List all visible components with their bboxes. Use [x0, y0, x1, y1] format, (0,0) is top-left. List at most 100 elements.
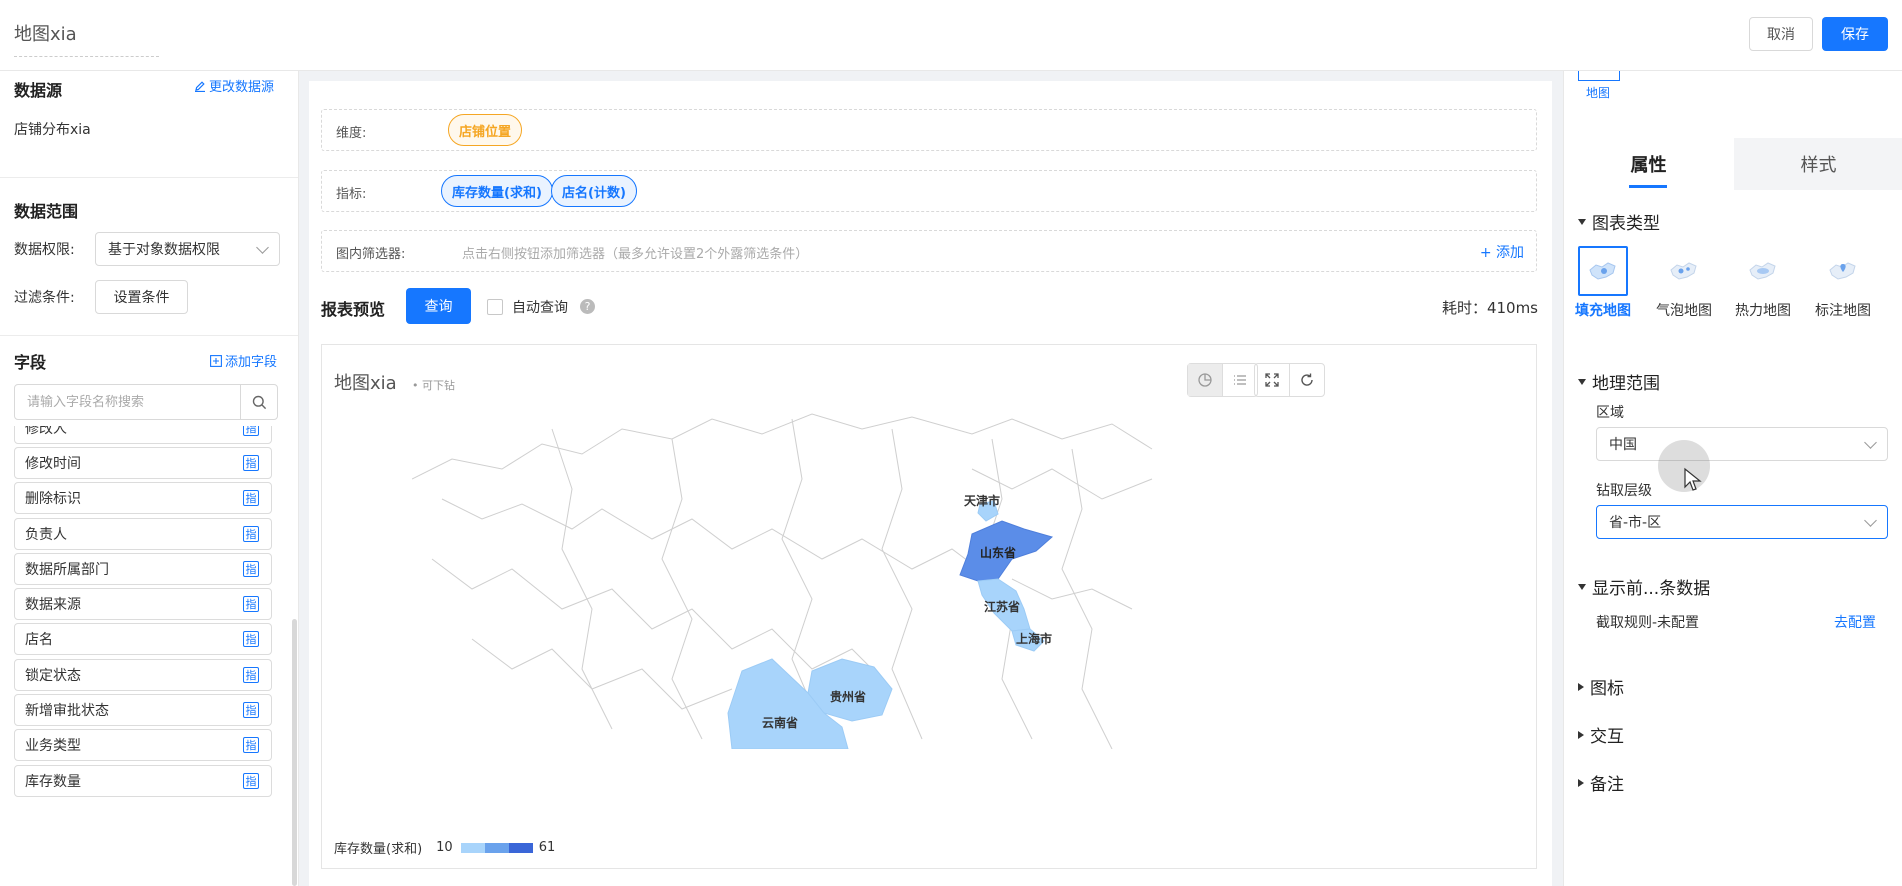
interaction-section[interactable]: 交互	[1578, 722, 1624, 747]
field-item[interactable]: 数据所属部门指	[14, 553, 272, 585]
field-search	[14, 384, 278, 420]
metric-pill[interactable]: 店名(计数)	[551, 175, 637, 207]
permission-select[interactable]: 基于对象数据权限	[95, 232, 280, 266]
legend-label: 库存数量(求和)	[334, 842, 423, 857]
dimension-drop-zone[interactable]: 维度: 店铺位置	[321, 109, 1537, 151]
region-label: 贵州省	[830, 689, 866, 704]
chart-type-section[interactable]: 图表类型	[1578, 209, 1660, 234]
field-list-scrollbar[interactable]	[292, 619, 297, 886]
field-type-badge: 指	[243, 561, 259, 577]
chart-type-bubble-map[interactable]: 气泡地图	[1648, 246, 1720, 320]
legend-swatch	[460, 842, 485, 853]
search-button[interactable]	[240, 385, 277, 419]
metric-pill[interactable]: 库存数量(求和)	[441, 175, 553, 207]
property-panel: 地图 属性 样式 图表类型 填充地图 气泡地图 热力地图 标注地图 地理范围 区…	[1563, 71, 1902, 886]
cancel-button[interactable]: 取消	[1749, 17, 1813, 51]
heat-map-icon	[1738, 246, 1788, 296]
field-item[interactable]: 修改人指	[14, 426, 272, 444]
refresh-icon	[1301, 373, 1313, 386]
fullscreen-icon	[1265, 373, 1279, 387]
field-list: 修改人指 修改时间指 删除标识指 负责人指 数据所属部门指 数据来源指 店名指 …	[14, 426, 276, 886]
field-item[interactable]: 店名指	[14, 623, 272, 655]
metric-drop-zone[interactable]: 指标: 库存数量(求和) 店名(计数)	[321, 170, 1537, 212]
bubble-map-icon	[1659, 246, 1709, 296]
datasource-name: 店铺分布xia	[14, 122, 91, 138]
map-thumbnail[interactable]	[1578, 71, 1620, 81]
geo-range-section[interactable]: 地理范围	[1578, 369, 1660, 394]
chevron-down-icon	[1864, 436, 1877, 449]
region-label: 上海市	[1016, 631, 1052, 646]
icon-section[interactable]: 图标	[1578, 674, 1624, 699]
caret-right-icon	[1578, 682, 1584, 691]
editor-main: 维度: 店铺位置 指标: 库存数量(求和) 店名(计数) 图内筛选器: 点击右侧…	[309, 81, 1552, 886]
region-select[interactable]: 中国	[1596, 427, 1888, 461]
field-item[interactable]: 负责人指	[14, 518, 272, 550]
field-item[interactable]: 业务类型指	[14, 729, 272, 761]
set-condition-button[interactable]: 设置条件	[95, 280, 188, 314]
chart-type-fill-map[interactable]: 填充地图	[1567, 246, 1639, 320]
truncate-rule-text: 截取规则-未配置	[1596, 615, 1700, 631]
field-item[interactable]: 修改时间指	[14, 447, 272, 479]
permission-label: 数据权限:	[14, 242, 75, 258]
filter-drop-zone[interactable]: 图内筛选器: 点击右侧按钮添加筛选器（最多允许设置2个外露筛选条件） + 添加	[321, 230, 1537, 272]
tab-properties[interactable]: 属性	[1564, 138, 1733, 190]
map-border	[471, 638, 733, 710]
range-title: 数据范围	[14, 202, 79, 221]
chart-view-button[interactable]	[1188, 364, 1222, 396]
metric-label: 指标:	[336, 187, 367, 202]
map-border	[441, 498, 993, 580]
field-item[interactable]: 锁定状态指	[14, 659, 272, 691]
field-item[interactable]: 数据来源指	[14, 588, 272, 620]
map-border	[412, 413, 1153, 480]
field-item[interactable]: 库存数量指	[14, 765, 272, 797]
active-tab-indicator	[1629, 185, 1667, 188]
refresh-button[interactable]	[1289, 364, 1324, 396]
add-filter-link[interactable]: + 添加	[1480, 242, 1524, 262]
map-border	[661, 438, 703, 740]
preview-title: 报表预览	[321, 300, 386, 319]
caret-down-icon	[1578, 583, 1586, 590]
field-type-badge: 指	[243, 596, 259, 612]
configure-rule-link[interactable]: 去配置	[1834, 612, 1876, 632]
caret-down-icon	[1578, 378, 1586, 385]
query-button[interactable]: 查询	[406, 288, 471, 324]
table-view-button[interactable]	[1222, 364, 1257, 396]
marker-map-icon	[1818, 246, 1868, 296]
caret-right-icon	[1578, 778, 1584, 787]
plus-square-icon	[210, 354, 222, 367]
page-title[interactable]: 地图xia	[14, 20, 159, 57]
field-type-badge: 指	[243, 773, 259, 789]
field-search-input[interactable]	[15, 385, 241, 419]
dimension-pill[interactable]: 店铺位置	[448, 114, 523, 146]
field-item[interactable]: 删除标识指	[14, 482, 272, 514]
drill-level-select[interactable]: 省-市-区	[1596, 505, 1888, 539]
chart-type-heat-map[interactable]: 热力地图	[1727, 246, 1799, 320]
tab-style[interactable]: 样式	[1734, 138, 1902, 190]
topn-section[interactable]: 显示前...条数据	[1578, 574, 1710, 599]
field-type-badge: 指	[243, 631, 259, 647]
chart-type-marker-map[interactable]: 标注地图	[1807, 246, 1879, 320]
field-type-badge: 指	[243, 455, 259, 471]
remark-section[interactable]: 备注	[1578, 770, 1624, 795]
fullscreen-button[interactable]	[1255, 364, 1289, 396]
caret-down-icon	[1578, 218, 1586, 225]
field-type-badge: 指	[243, 526, 259, 542]
datasource-title: 数据源	[14, 81, 63, 100]
auto-query-label: 自动查询	[512, 300, 568, 316]
region-label: 区域	[1596, 405, 1624, 421]
divider	[0, 177, 298, 178]
change-datasource-link[interactable]: 更改数据源	[194, 76, 274, 95]
chevron-down-icon	[1864, 514, 1877, 527]
help-icon[interactable]: ?	[580, 299, 595, 314]
field-item[interactable]: 新增审批状态指	[14, 694, 272, 726]
add-field-link[interactable]: 添加字段	[210, 351, 277, 370]
fill-map-icon	[1578, 246, 1628, 296]
auto-query-checkbox[interactable]	[487, 299, 503, 315]
save-button[interactable]: 保存	[1822, 17, 1888, 51]
search-icon	[252, 395, 266, 409]
left-panel: 数据源 更改数据源 店铺分布xia 数据范围 数据权限: 基于对象数据权限 过滤…	[0, 71, 299, 886]
drill-level-label: 钻取层级	[1596, 483, 1652, 499]
map-border	[551, 428, 613, 730]
field-type-badge: 指	[243, 737, 259, 753]
field-type-badge: 指	[243, 667, 259, 683]
